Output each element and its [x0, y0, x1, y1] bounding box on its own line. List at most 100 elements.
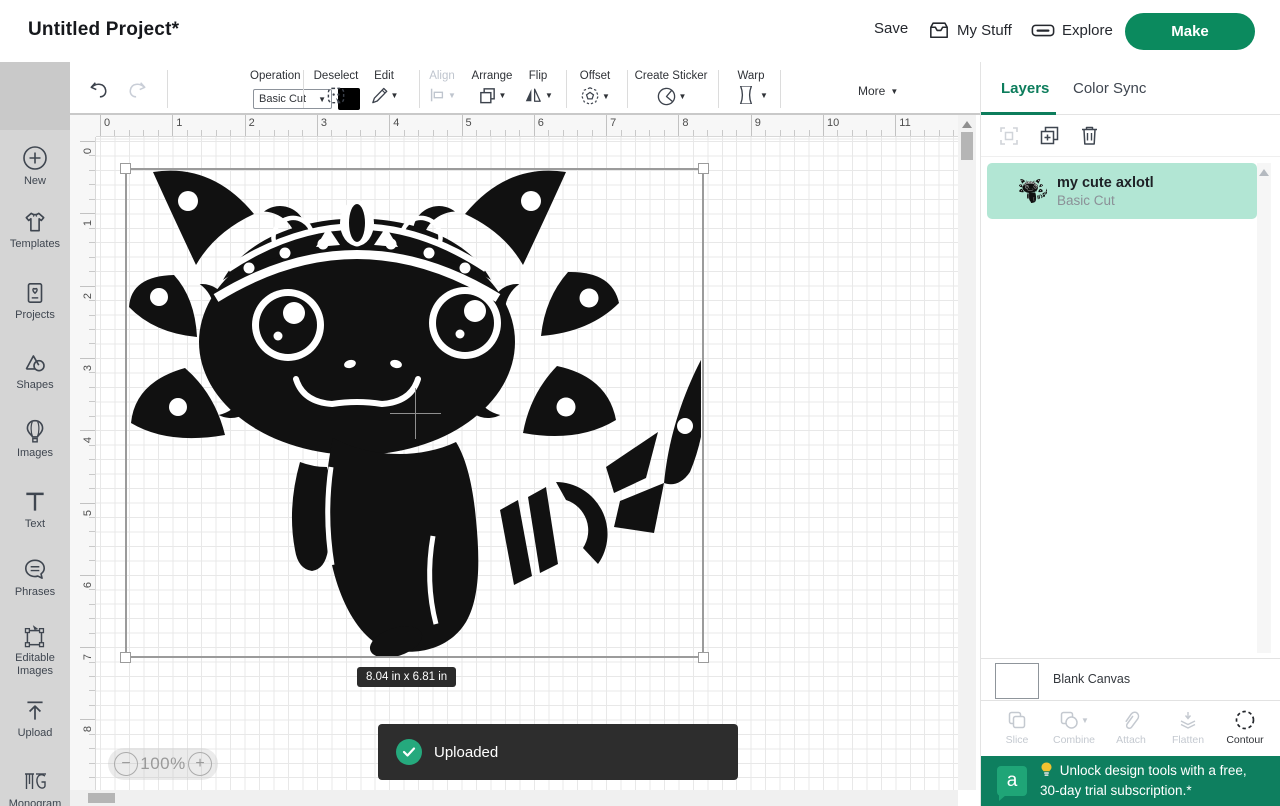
zoom-in-button[interactable]: + [188, 752, 212, 776]
edit-button[interactable]: Edit ▼ [356, 62, 412, 105]
tab-color-sync[interactable]: Color Sync [1073, 80, 1146, 97]
h-ruler-number: 4 [393, 117, 399, 129]
warp-button[interactable]: Warp ▼ [722, 62, 780, 104]
ruler-tick [780, 130, 781, 136]
h-ruler-number: 2 [249, 117, 255, 129]
h-ruler-number: 8 [682, 117, 688, 129]
ruler-tick [389, 115, 390, 136]
h-ruler-number: 0 [104, 117, 110, 129]
flip-button[interactable]: Flip ▼ [512, 62, 564, 104]
ruler-tick [635, 130, 636, 136]
make-button[interactable]: Make [1125, 13, 1255, 50]
sidebar-item-editable-images[interactable]: Editable Images [0, 623, 70, 678]
trial-banner[interactable]: a Unlock design tools with a free, 30-da… [981, 756, 1280, 806]
my-stuff-button[interactable]: My Stuff [928, 20, 1012, 40]
panel-scrollbar[interactable] [1257, 163, 1271, 653]
sidebar-item-monogram[interactable]: Monogram [0, 769, 70, 806]
contour-button[interactable]: Contour [1219, 701, 1271, 756]
ruler-tick [89, 474, 95, 475]
sidebar-item-upload[interactable]: Upload [0, 698, 70, 740]
v-ruler-number: 0 [82, 143, 94, 159]
ruler-tick [89, 372, 95, 373]
ruler-tick [881, 130, 882, 136]
redo-icon[interactable] [126, 80, 148, 100]
ruler-tick [447, 130, 448, 136]
ruler-tick [621, 130, 622, 136]
ruler-tick [89, 560, 95, 561]
ruler-tick [89, 633, 95, 634]
v-ruler-number: 4 [82, 432, 94, 448]
layer-row[interactable]: my cute axlotl Basic Cut [987, 163, 1257, 219]
sidebar-item-templates[interactable]: Templates [0, 209, 70, 251]
ruler-tick [852, 130, 853, 136]
ruler-tick [563, 130, 564, 136]
canvas-horizontal-scrollbar[interactable] [70, 790, 958, 806]
sidebar-item-phrases[interactable]: Phrases [0, 557, 70, 599]
ruler-tick [462, 115, 463, 136]
header: Untitled Project* Save My Stuff Explore … [0, 0, 1280, 62]
v-ruler-number: 1 [82, 215, 94, 231]
sidebar-item-shapes[interactable]: Shapes [0, 350, 70, 392]
ruler-tick [490, 130, 491, 136]
sidebar-item-new[interactable]: New [0, 144, 70, 188]
chevron-down-icon: ▼ [499, 91, 507, 100]
ruler-tick [288, 130, 289, 136]
undo-icon[interactable] [88, 80, 110, 100]
balloon-icon [0, 418, 70, 444]
sidebar-item-images[interactable]: Images [0, 418, 70, 460]
slice-button: Slice [991, 701, 1043, 756]
offset-button[interactable]: Offset ▼ [566, 62, 624, 106]
layer-operation: Basic Cut [1057, 193, 1154, 208]
ruler-tick [89, 690, 95, 691]
ruler-tick [89, 416, 95, 417]
toolbar-divider [303, 70, 304, 108]
check-circle-icon [396, 739, 422, 765]
sidebar-item-text[interactable]: Text [0, 489, 70, 531]
ruler-tick [89, 618, 95, 619]
ruler-tick [649, 130, 650, 136]
v-ruler-number: 2 [82, 288, 94, 304]
explore-button[interactable]: Explore [1031, 20, 1113, 40]
ruler-tick [707, 130, 708, 136]
trash-icon[interactable] [1080, 125, 1099, 146]
h-ruler: 01234567891011 [96, 115, 958, 137]
ruler-tick [823, 115, 824, 136]
chevron-down-icon: ▼ [890, 87, 898, 96]
create-sticker-button[interactable]: Create Sticker ▼ [626, 62, 716, 107]
ruler-tick [317, 115, 318, 136]
ruler-tick [433, 130, 434, 136]
ruler-tick [89, 531, 95, 532]
scroll-up-arrow-icon[interactable] [962, 121, 972, 128]
ruler-tick [375, 130, 376, 136]
sidebar-item-projects[interactable]: Projects [0, 280, 70, 322]
vertical-scroll-thumb[interactable] [961, 132, 973, 160]
ruler-tick [953, 130, 954, 136]
chevron-down-icon: ▼ [602, 92, 610, 101]
ruler-tick [606, 115, 607, 136]
more-button[interactable]: More ▼ [858, 84, 898, 98]
ruler-tick [346, 130, 347, 136]
zoom-out-button[interactable]: − [114, 752, 138, 776]
layer-actions-row [981, 115, 1280, 157]
layer-tools-row: Slice ▼ Combine Attach Flatten [981, 700, 1280, 756]
ruler-tick [80, 503, 95, 504]
scroll-up-arrow-icon[interactable] [1259, 169, 1269, 176]
ruler-tick [80, 358, 95, 359]
project-title: Untitled Project* [28, 19, 179, 41]
canvas-area[interactable]: 01234567891011 012345678 [70, 115, 958, 790]
zoom-control: − 100% + [108, 748, 218, 780]
v-ruler-number: 7 [82, 649, 94, 665]
v-ruler-number: 8 [82, 721, 94, 737]
ruler-tick [89, 184, 95, 185]
ruler-tick [89, 734, 95, 735]
chevron-down-icon: ▼ [545, 91, 553, 100]
tab-layers[interactable]: Layers [1001, 80, 1049, 97]
ruler-tick [114, 130, 115, 136]
ruler-tick [678, 115, 679, 136]
duplicate-icon[interactable] [1039, 125, 1060, 146]
ruler-tick [910, 130, 911, 136]
blank-canvas-swatch[interactable] [995, 663, 1039, 699]
horizontal-scroll-thumb[interactable] [88, 793, 115, 803]
save-button[interactable]: Save [874, 20, 908, 37]
canvas-vertical-scrollbar[interactable] [958, 115, 976, 790]
